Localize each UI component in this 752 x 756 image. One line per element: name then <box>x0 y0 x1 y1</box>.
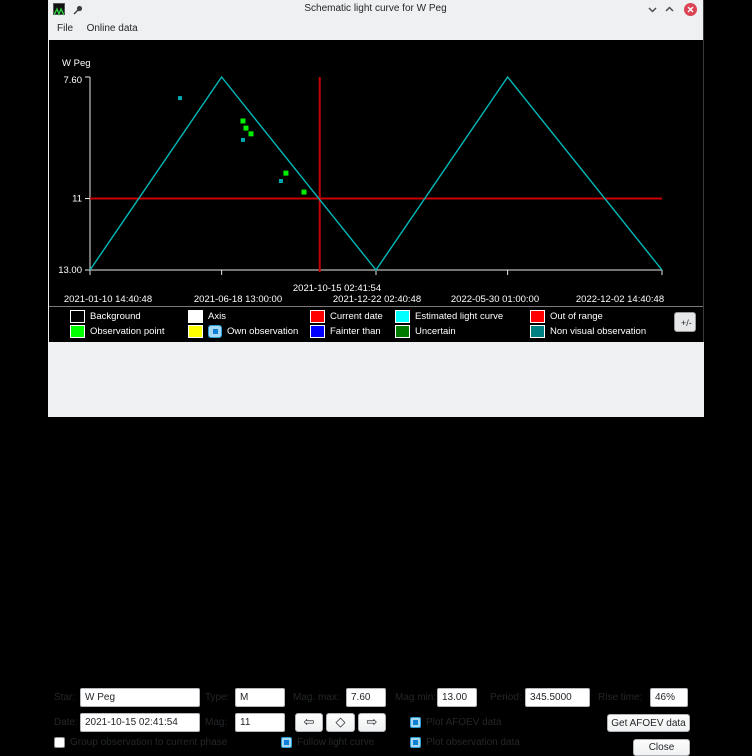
plot-afoev-label: Plot AFOEV data <box>426 717 502 728</box>
legend-label: Out of range <box>550 311 603 322</box>
step-back-button[interactable]: ⇦ <box>295 713 323 732</box>
plot-afoev-checkbox[interactable] <box>410 717 421 728</box>
legend-label: Own observation <box>227 326 298 337</box>
follow-light-curve-label: Follow light curve <box>297 737 374 748</box>
legend-label: Axis <box>208 311 226 322</box>
plot-panel: W Peg 7.60 11 13.00 2021-01-10 14:40:48 2021-… <box>49 40 703 306</box>
current-date-swatch <box>310 310 325 323</box>
title-bar[interactable]: Schematic light curve for W Peg <box>48 0 703 19</box>
x-axis-label: 2021-06-18 13:00:00 <box>194 294 282 305</box>
type-input[interactable] <box>235 688 285 707</box>
observation-point <box>301 190 306 195</box>
non-visual-observation-point <box>279 179 283 183</box>
non-visual-observation-point <box>178 96 182 100</box>
get-afoev-data-button[interactable]: Get AFOEV data <box>607 714 690 732</box>
mag-label: Mag: <box>205 713 227 732</box>
legend-label: Background <box>90 311 141 322</box>
period-label: Period: <box>490 688 522 707</box>
own-observation-checkbox[interactable] <box>208 325 222 338</box>
plot-observation-row: Plot observation data <box>410 737 520 748</box>
observation-point <box>243 126 248 131</box>
legend-label: Observation point <box>90 326 164 337</box>
group-observation-label: Group observation to current phase <box>70 737 227 748</box>
mag-min-input[interactable] <box>437 688 477 707</box>
non-visual-observation-swatch <box>530 325 545 338</box>
light-curve-plot: W Peg 7.60 11 13.00 2021-01-10 14:40:48 2021-… <box>49 40 703 306</box>
legend-label: Uncertain <box>415 326 456 337</box>
plot-afoev-row: Plot AFOEV data <box>410 717 502 728</box>
legend-panel: Background Observation point Axis Own ob… <box>49 306 703 342</box>
non-visual-observation-point <box>241 138 245 142</box>
current-date-label: 2021-10-15 02:41:54 <box>293 283 381 294</box>
period-input[interactable] <box>525 688 590 707</box>
estimated-light-curve <box>90 77 662 270</box>
legend-column-3: Current date Fainter than <box>310 309 383 339</box>
estimated-light-curve-swatch <box>395 310 410 323</box>
window-title: Schematic light curve for W Peg <box>48 0 703 18</box>
plot-star-title: W Peg <box>62 58 91 69</box>
legend-label: Fainter than <box>330 326 381 337</box>
form-panel: Star: Type: Mag. max: Mag min: Period: R… <box>48 342 704 417</box>
plot-observation-label: Plot observation data <box>426 737 520 748</box>
menu-bar: File Online data <box>48 18 703 40</box>
menu-file[interactable]: File <box>57 18 73 40</box>
legend-column-4: Estimated light curve Uncertain <box>395 309 503 339</box>
x-axis-label: 2022-12-02 14:40:48 <box>576 294 664 305</box>
plot-observation-checkbox[interactable] <box>410 737 421 748</box>
mag-input[interactable] <box>235 713 285 732</box>
y-axis-label: 13.00 <box>58 265 82 276</box>
legend-label: Estimated light curve <box>415 311 503 322</box>
date-input[interactable] <box>80 713 200 732</box>
legend-column-1: Background Observation point <box>70 309 164 339</box>
x-axis-label: 2021-12-22 02:40:48 <box>333 294 421 305</box>
menu-online-data[interactable]: Online data <box>87 18 138 40</box>
close-icon[interactable] <box>684 3 697 16</box>
phase-button[interactable]: ◇ <box>326 713 355 732</box>
own-observation-swatch <box>188 325 203 338</box>
background-swatch <box>70 310 85 323</box>
observation-point <box>240 118 245 123</box>
mag-max-input[interactable] <box>346 688 386 707</box>
rise-time-label: Rise time: <box>598 688 642 707</box>
x-axis-label: 2021-01-10 14:40:48 <box>64 294 152 305</box>
step-forward-button[interactable]: ⇨ <box>358 713 386 732</box>
legend-label: Current date <box>330 311 383 322</box>
date-label: Date: <box>54 713 78 732</box>
group-observation-row: Group observation to current phase <box>54 737 227 748</box>
follow-light-curve-checkbox[interactable] <box>281 737 292 748</box>
follow-light-curve-row: Follow light curve <box>281 737 374 748</box>
observation-point-swatch <box>70 325 85 338</box>
out-of-range-swatch <box>530 310 545 323</box>
maximize-icon[interactable] <box>663 3 676 16</box>
desktop-background: Schematic light curve for W Peg File Onl… <box>0 0 752 423</box>
legend-label: Non visual observation <box>550 326 646 337</box>
legend-column-5: Out of range Non visual observation <box>530 309 646 339</box>
app-window: Schematic light curve for W Peg File Onl… <box>48 0 704 417</box>
observation-point <box>283 171 288 176</box>
axis-swatch <box>188 310 203 323</box>
mag-min-label: Mag min: <box>395 688 436 707</box>
x-axis-label: 2022-05-30 01:00:00 <box>451 294 539 305</box>
fainter-than-swatch <box>310 325 325 338</box>
star-label: Star: <box>54 688 75 707</box>
rise-time-input[interactable] <box>650 688 688 707</box>
close-button[interactable]: Close <box>633 739 690 756</box>
minimize-icon[interactable] <box>646 3 659 16</box>
y-axis-label: 7.60 <box>64 75 83 86</box>
star-input[interactable] <box>80 688 200 707</box>
mag-max-label: Mag. max: <box>293 688 340 707</box>
y-axis-label: 11 <box>72 194 82 205</box>
group-observation-checkbox[interactable] <box>54 737 65 748</box>
uncertain-swatch <box>395 325 410 338</box>
legend-plus-minus-button[interactable]: +/- <box>674 312 696 332</box>
legend-column-2: Axis Own observation <box>188 309 298 339</box>
observation-point <box>249 131 254 136</box>
type-label: Type: <box>205 688 229 707</box>
